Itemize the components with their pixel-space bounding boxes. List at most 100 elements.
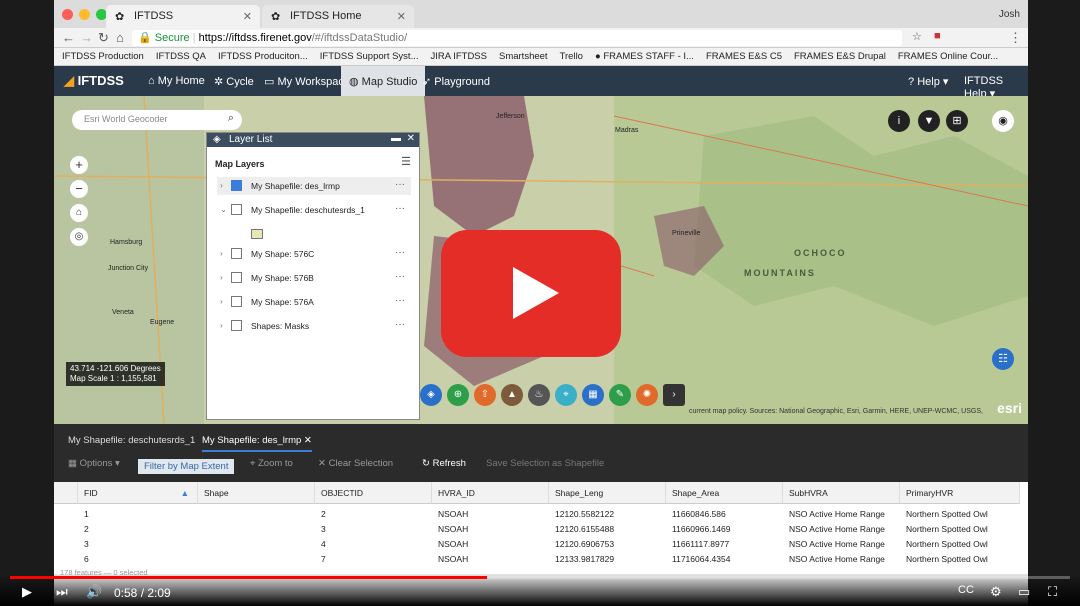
layer-checkbox[interactable] xyxy=(231,272,242,283)
bookmark-item[interactable]: IFTDSS Production xyxy=(62,51,144,62)
layer-checkbox[interactable] xyxy=(231,248,242,259)
layers-tool-icon[interactable]: ◈ xyxy=(420,384,442,406)
more-icon[interactable]: ··· xyxy=(395,247,405,258)
column-header[interactable]: FID ▲ xyxy=(78,482,198,504)
url-field[interactable]: 🔒 Secure | https://iftdss.firenet.gov/#/… xyxy=(132,30,902,46)
settings-icon[interactable]: ⚙ xyxy=(990,584,1002,600)
more-icon[interactable]: ··· xyxy=(395,295,405,306)
zoom-in-button[interactable]: + xyxy=(70,156,88,174)
nav-map-studio[interactable]: ◍ Map Studio xyxy=(341,66,426,96)
fire-icon[interactable]: ♨ xyxy=(528,384,550,406)
clear-selection-button[interactable]: ✕ Clear Selection xyxy=(318,458,393,469)
captions-icon[interactable]: CC xyxy=(958,584,974,596)
help-menu[interactable]: ? Help ▾ xyxy=(900,66,956,96)
bookmark-item[interactable]: IFTDSS Produciton... xyxy=(218,51,308,62)
bookmark-item[interactable]: FRAMES E&S Drupal xyxy=(794,51,886,62)
close-window-button[interactable] xyxy=(62,9,73,20)
refresh-button[interactable]: ↻ Refresh xyxy=(422,458,466,469)
fuel-icon[interactable]: ▲ xyxy=(501,384,523,406)
nav-playground[interactable]: ➶ Playground xyxy=(414,66,498,96)
layer-row[interactable]: › My Shape: 576C ··· xyxy=(217,245,411,263)
menu-icon[interactable]: ⋮ xyxy=(1009,30,1022,46)
more-icon[interactable]: ··· xyxy=(395,319,405,330)
geocoder-search[interactable]: Esri World Geocoder ⌕ xyxy=(72,110,242,130)
add-layer-icon[interactable]: ⊕ xyxy=(447,384,469,406)
options-menu[interactable]: ▦ Options ▾ xyxy=(68,458,120,469)
collapse-icon[interactable]: ⌄ xyxy=(220,204,227,215)
nav-cycle[interactable]: ✲ Cycle xyxy=(206,66,262,96)
minimize-window-button[interactable] xyxy=(79,9,90,20)
layer-row[interactable]: ⌄ My Shapefile: deschutesrds_1 ··· xyxy=(217,201,411,219)
layer-options-icon[interactable]: ☰ xyxy=(401,155,411,168)
video-progress-bar[interactable] xyxy=(10,576,1070,579)
layer-checkbox[interactable] xyxy=(231,180,242,191)
expand-icon[interactable]: › xyxy=(220,272,223,282)
iftdss-help-menu[interactable]: IFTDSS Help ▾ xyxy=(956,66,1028,100)
bookmark-item[interactable]: Trello xyxy=(560,51,583,62)
fullscreen-icon[interactable]: ⛶ xyxy=(1048,584,1057,600)
bookmark-item[interactable]: JIRA IFTDSS xyxy=(431,51,487,62)
bookmark-item[interactable]: ● FRAMES STAFF - I... xyxy=(595,51,694,62)
back-icon[interactable]: ← xyxy=(62,30,75,45)
eye-icon[interactable]: ◉ xyxy=(992,110,1014,132)
browser-tab-iftdss-home[interactable]: ✿ IFTDSS Home ✕ xyxy=(262,5,414,28)
layer-row[interactable]: › My Shape: 576B ··· xyxy=(217,269,411,287)
extension-icon[interactable]: ■ xyxy=(934,30,941,42)
close-icon[interactable]: ✕ xyxy=(304,435,312,446)
bookmark-item[interactable]: FRAMES E&S C5 xyxy=(706,51,782,62)
extent-icon[interactable]: ⊞ xyxy=(946,110,968,132)
column-header[interactable]: PrimaryHVR xyxy=(900,482,1020,504)
search-icon[interactable]: ⌕ xyxy=(228,112,234,125)
youtube-play-button[interactable] xyxy=(441,230,621,357)
close-tab-icon[interactable]: ✕ xyxy=(243,10,252,23)
upload-icon[interactable]: ⇧ xyxy=(474,384,496,406)
reload-icon[interactable]: ↻ xyxy=(98,30,109,46)
layer-checkbox[interactable] xyxy=(231,204,242,215)
layer-checkbox[interactable] xyxy=(231,296,242,307)
expand-icon[interactable]: › xyxy=(220,248,223,258)
effects-icon[interactable]: ✺ xyxy=(636,384,658,406)
bookmark-item[interactable]: FRAMES Online Cour... xyxy=(898,51,998,62)
marker-icon[interactable]: ⌖ xyxy=(555,384,577,406)
close-tab-icon[interactable]: ✕ xyxy=(397,10,406,23)
more-icon[interactable]: ··· xyxy=(395,271,405,282)
bookmark-item[interactable]: IFTDSS QA xyxy=(156,51,206,62)
save-selection-button[interactable]: Save Selection as Shapefile xyxy=(486,458,604,469)
table-icon[interactable]: ☷ xyxy=(992,348,1014,370)
play-icon[interactable]: ▶ xyxy=(22,584,32,600)
expand-icon[interactable]: › xyxy=(220,320,223,330)
browser-tab-iftdss[interactable]: ✿ IFTDSS ✕ xyxy=(106,5,260,28)
filter-icon[interactable]: ▼ xyxy=(918,110,940,132)
expand-icon[interactable]: › xyxy=(220,296,223,306)
layer-row[interactable]: › Shapes: Masks ··· xyxy=(217,317,411,335)
grid-icon[interactable]: ▦ xyxy=(582,384,604,406)
next-icon[interactable]: ⏭ xyxy=(56,584,68,600)
column-header[interactable]: SubHVRA xyxy=(783,482,900,504)
layer-checkbox[interactable] xyxy=(231,320,242,331)
chevron-right-icon[interactable]: › xyxy=(663,384,685,406)
layer-row[interactable]: › My Shape: 576A ··· xyxy=(217,293,411,311)
zoom-out-button[interactable]: − xyxy=(70,180,88,198)
bookmark-item[interactable]: IFTDSS Support Syst... xyxy=(320,51,419,62)
more-icon[interactable]: ··· xyxy=(395,179,405,190)
tab-des-lrmp[interactable]: My Shapefile: des_lrmp ✕ xyxy=(202,435,312,452)
map-view[interactable]: Hamsburg Junction City Veneta Eugene Jef… xyxy=(54,96,1028,424)
info-icon[interactable]: i xyxy=(888,110,910,132)
close-icon[interactable]: ✕ xyxy=(407,133,415,144)
column-header[interactable]: Shape_Area xyxy=(666,482,783,504)
volume-icon[interactable]: 🔊 xyxy=(86,584,102,600)
nav-my-home[interactable]: ⌂ My Home xyxy=(140,66,213,96)
bookmark-item[interactable]: Smartsheet xyxy=(499,51,548,62)
tab-deschutesrds[interactable]: My Shapefile: deschutesrds_1 xyxy=(68,435,195,446)
column-header[interactable]: Shape_Leng xyxy=(549,482,666,504)
column-header[interactable]: HVRA_ID xyxy=(432,482,549,504)
profile-name[interactable]: Josh xyxy=(999,9,1020,20)
home-extent-icon[interactable]: ⌂ xyxy=(70,204,88,222)
expand-icon[interactable]: › xyxy=(220,180,223,190)
column-header[interactable]: Shape xyxy=(198,482,315,504)
iftdss-logo[interactable]: ◢ IFTDSS xyxy=(64,73,124,89)
home-icon[interactable]: ⌂ xyxy=(116,30,124,45)
zoom-to-button[interactable]: ⌖ Zoom to xyxy=(250,458,293,469)
column-header[interactable]: OBJECTID xyxy=(315,482,432,504)
filter-by-extent-button[interactable]: Filter by Map Extent xyxy=(138,459,235,474)
